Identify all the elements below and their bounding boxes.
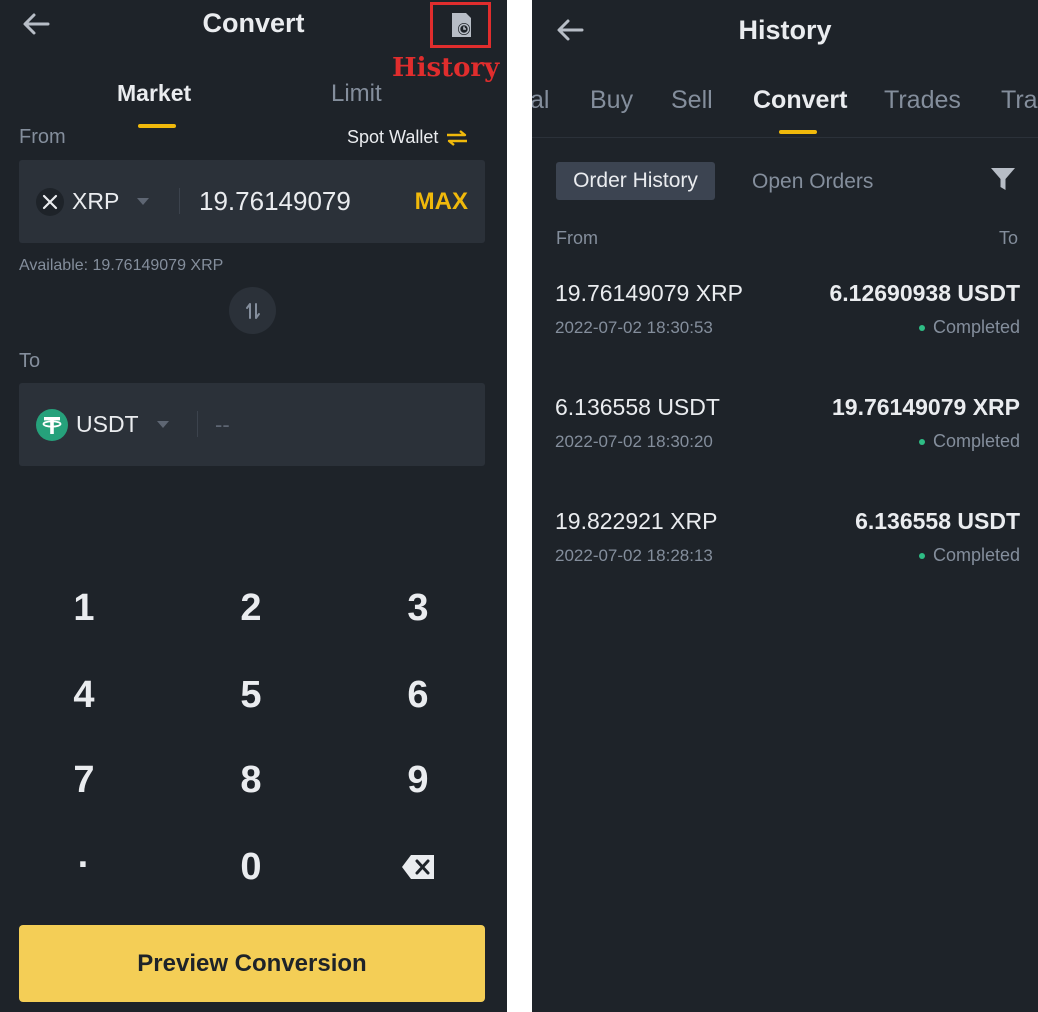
to-amount-placeholder: -- <box>215 412 230 437</box>
key-4[interactable]: 4 <box>24 655 144 735</box>
order-status-label: Completed <box>932 431 1020 451</box>
order-from-amount: 6.136558 USDT <box>555 394 720 420</box>
key-6[interactable]: 6 <box>358 655 478 735</box>
to-label: To <box>19 350 41 372</box>
field-divider <box>179 188 180 214</box>
tab-convert[interactable]: Convert <box>753 86 847 115</box>
transfer-arrows-icon <box>447 129 468 146</box>
subtab-order-history[interactable]: Order History <box>556 162 715 200</box>
field-divider <box>197 411 198 437</box>
key-1[interactable]: 1 <box>24 568 144 648</box>
completed-dot-icon <box>918 438 925 445</box>
tab-partial-left[interactable]: al <box>532 86 549 115</box>
to-amount-field[interactable]: USDT -- <box>19 383 485 466</box>
tab-partial-right[interactable]: Tra <box>1001 86 1038 115</box>
tab-market[interactable]: Market <box>117 80 191 107</box>
order-status-label: Completed <box>932 317 1020 337</box>
order-from-amount: 19.822921 XRP <box>555 508 718 534</box>
from-coin-symbol: XRP <box>72 188 120 214</box>
tab-sell[interactable]: Sell <box>671 86 713 115</box>
key-2[interactable]: 2 <box>191 568 311 648</box>
completed-dot-icon <box>918 552 925 559</box>
tab-limit[interactable]: Limit <box>331 80 382 108</box>
key-0[interactable]: 0 <box>191 827 311 907</box>
history-screen: History al Buy Sell Convert Trades Tra O… <box>532 0 1038 1012</box>
order-status: Completed <box>918 431 1020 452</box>
available-balance: Available: 19.76149079 XRP <box>19 257 224 274</box>
from-amount-field[interactable]: XRP 19.76149079 MAX <box>19 160 485 243</box>
key-decimal[interactable]: · <box>24 825 144 905</box>
spot-wallet-label: Spot Wallet <box>347 127 439 147</box>
key-7[interactable]: 7 <box>24 740 144 820</box>
history-document-icon <box>451 13 471 37</box>
history-button[interactable] <box>430 2 491 48</box>
to-coin-symbol: USDT <box>76 411 139 437</box>
column-header-from: From <box>556 228 598 248</box>
order-row[interactable]: 19.76149079 XRP 6.12690938 USDT 2022-07-… <box>532 280 1038 380</box>
backspace-icon <box>402 854 434 879</box>
max-button[interactable]: MAX <box>415 160 468 243</box>
order-status: Completed <box>918 317 1020 338</box>
order-status-label: Completed <box>932 545 1020 565</box>
order-timestamp: 2022-07-02 18:30:20 <box>555 432 713 451</box>
active-tab-indicator <box>138 124 176 128</box>
key-9[interactable]: 9 <box>358 740 478 820</box>
active-tab-indicator <box>779 130 817 134</box>
order-to-amount: 6.136558 USDT <box>855 508 1020 534</box>
preview-conversion-button[interactable]: Preview Conversion <box>19 925 485 1002</box>
backspace-key[interactable] <box>358 825 478 905</box>
order-timestamp: 2022-07-02 18:30:53 <box>555 318 713 337</box>
tab-buy[interactable]: Buy <box>590 86 633 115</box>
convert-screen: Convert History Market Limit From Spot W… <box>0 0 507 1012</box>
order-status: Completed <box>918 545 1020 566</box>
completed-dot-icon <box>918 324 925 331</box>
from-coin-selector[interactable]: XRP <box>36 160 150 243</box>
filter-icon[interactable] <box>990 166 1016 192</box>
order-from-amount: 19.76149079 XRP <box>555 280 743 306</box>
column-header-to: To <box>998 228 1018 248</box>
key-5[interactable]: 5 <box>191 655 311 735</box>
tab-trades[interactable]: Trades <box>884 86 961 115</box>
spot-wallet-switch[interactable]: Spot Wallet <box>347 127 468 148</box>
tabs-divider <box>532 137 1038 138</box>
page-title: History <box>738 15 832 45</box>
from-amount-value[interactable]: 19.76149079 <box>199 160 351 243</box>
swap-direction-button[interactable] <box>229 287 276 334</box>
key-8[interactable]: 8 <box>191 740 311 820</box>
order-to-amount: 6.12690938 USDT <box>829 280 1020 306</box>
order-row[interactable]: 19.822921 XRP 6.136558 USDT 2022-07-02 1… <box>532 508 1038 608</box>
order-row[interactable]: 6.136558 USDT 19.76149079 XRP 2022-07-02… <box>532 394 1038 494</box>
order-to-amount: 19.76149079 XRP <box>832 394 1020 420</box>
history-annotation-label: History <box>392 53 500 83</box>
from-label: From <box>19 126 66 148</box>
key-3[interactable]: 3 <box>358 568 478 648</box>
chevron-down-icon <box>156 421 169 428</box>
swap-arrows-icon <box>245 302 260 319</box>
to-coin-selector[interactable]: USDT <box>36 383 169 466</box>
chevron-down-icon <box>137 198 150 205</box>
subtab-open-orders[interactable]: Open Orders <box>752 170 873 194</box>
usdt-coin-icon <box>36 408 68 441</box>
order-timestamp: 2022-07-02 18:28:13 <box>555 546 713 565</box>
xrp-coin-icon <box>36 187 64 216</box>
